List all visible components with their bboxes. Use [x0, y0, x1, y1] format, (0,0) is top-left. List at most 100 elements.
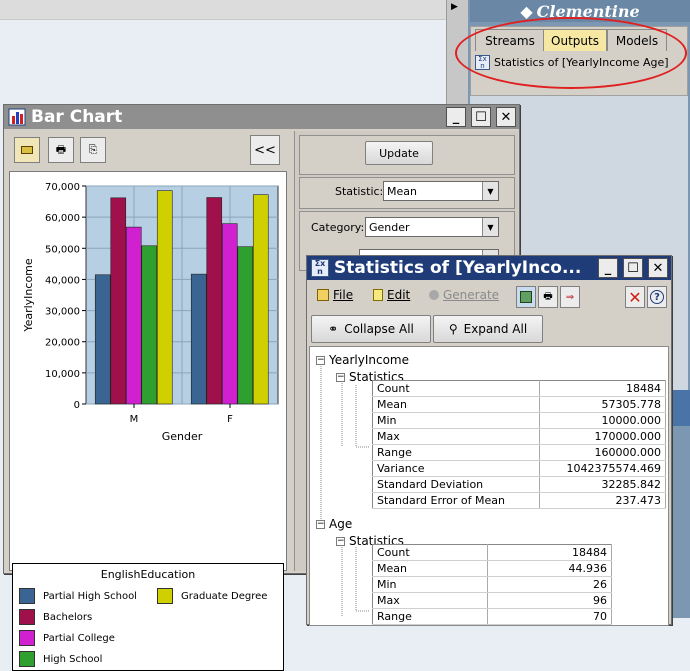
chart-view-button[interactable]: [14, 137, 40, 163]
expand-all-icon: ⚲: [448, 322, 458, 336]
legend-item: High School: [19, 651, 102, 667]
menu-file[interactable]: File: [317, 288, 353, 302]
chart-area: 0 10,000 20,000 30,000 40,000 50,000 60,000 70,…: [9, 171, 287, 571]
stat-value: 170000.000: [539, 428, 667, 445]
scroll-arrow-icon[interactable]: ▶: [451, 2, 458, 12]
x-tick-label: F: [227, 414, 233, 425]
bar: [237, 246, 254, 405]
legend-swatch: [19, 609, 35, 625]
menu-generate[interactable]: Generate: [429, 288, 499, 302]
collapse-node-icon[interactable]: −: [336, 372, 345, 382]
stat-value: 18484: [487, 544, 613, 561]
bar: [110, 197, 127, 405]
stat-label: Count: [372, 380, 540, 397]
stat-row[interactable]: Variance 1042375574.469: [372, 460, 667, 477]
tab-streams[interactable]: Streams: [475, 29, 545, 51]
collapse-node-icon[interactable]: −: [336, 536, 345, 546]
stat-row[interactable]: Standard Deviation 32285.842: [372, 476, 667, 493]
stat-row[interactable]: Count 18484: [372, 544, 613, 561]
stat-value: 18484: [539, 380, 667, 397]
maximize-button[interactable]: ☐: [471, 107, 491, 127]
statistics-title: Statistics of [YearlyInco...: [334, 258, 582, 278]
statistics-output-icon: Σx n: [311, 259, 329, 277]
toolbar-view-button[interactable]: [516, 286, 536, 308]
stat-row[interactable]: Mean 44.936: [372, 560, 613, 577]
legend-item: Bachelors: [19, 609, 92, 625]
print-icon: 🖶: [543, 290, 553, 302]
output-list-item[interactable]: Σx n Statistics of [YearlyIncome Age]: [475, 53, 675, 71]
tab-outputs[interactable]: Outputs: [543, 29, 607, 51]
stat-label: Min: [372, 576, 488, 593]
stat-row[interactable]: Count 18484: [372, 380, 667, 397]
stat-row[interactable]: Mean 57305.778: [372, 396, 667, 413]
collapse-all-button[interactable]: ⚭ Collapse All: [311, 315, 431, 343]
export-icon: ⎘: [88, 143, 98, 156]
export-icon: ⇒: [565, 291, 575, 303]
delete-output-button[interactable]: ✕: [625, 286, 645, 308]
edit-menu-icon: [373, 289, 383, 301]
stat-row[interactable]: Range 70: [372, 608, 613, 625]
brand-header: ◆ Clementine: [470, 0, 690, 22]
category-select[interactable]: Gender ▼: [365, 217, 499, 237]
y-tick-label: 40,000: [45, 275, 80, 286]
export-button[interactable]: ⇒: [560, 286, 580, 308]
print-button[interactable]: 🖶: [538, 286, 558, 308]
tree-node-yearlyincome[interactable]: − YearlyIncome: [316, 353, 409, 367]
stat-row[interactable]: Min 26: [372, 576, 613, 593]
output-item-label: Statistics of [YearlyIncome Age]: [494, 55, 669, 69]
stat-label: Mean: [372, 396, 540, 413]
y-tick-label: 70,000: [45, 182, 80, 193]
statistics-titlebar[interactable]: Σx n Statistics of [YearlyInco... _ ☐ ✕: [307, 256, 671, 280]
expand-all-button[interactable]: ⚲ Expand All: [433, 315, 543, 343]
print-button[interactable]: 🖶: [48, 137, 74, 163]
bar-chart-title: Bar Chart: [31, 107, 123, 127]
x-tick-label: M: [130, 414, 139, 425]
menu-edit[interactable]: Edit: [373, 288, 410, 302]
statistics-window: Σx n Statistics of [YearlyInco... _ ☐ ✕ F…: [306, 255, 672, 626]
minimize-icon: _: [604, 260, 612, 276]
stat-value: 32285.842: [539, 476, 667, 493]
collapse-all-icon: ⚭: [328, 322, 339, 336]
statistics-output-icon: Σx n: [475, 54, 490, 70]
export-button[interactable]: ⎘: [80, 137, 106, 163]
stat-value: 1042375574.469: [539, 460, 667, 477]
stat-row[interactable]: Standard Error of Mean 237.473: [372, 492, 667, 509]
bar-chart-titlebar[interactable]: Bar Chart _ ☐ ✕: [4, 105, 519, 129]
stat-value: 26: [487, 576, 613, 593]
y-tick-label: 20,000: [45, 338, 80, 349]
maximize-icon: ☐: [627, 260, 639, 276]
chart-view-icon: [21, 146, 33, 154]
tab-models[interactable]: Models: [607, 29, 667, 51]
collapse-panel-button[interactable]: <<: [250, 135, 280, 165]
print-icon: 🖶: [55, 142, 67, 156]
close-icon: ✕: [652, 260, 664, 276]
close-button[interactable]: ✕: [496, 107, 516, 127]
category-label: Category:: [311, 221, 365, 234]
legend-swatch: [19, 630, 35, 646]
help-button[interactable]: ?: [647, 286, 667, 308]
stat-row[interactable]: Range 160000.000: [372, 444, 667, 461]
close-icon: ✕: [500, 109, 512, 125]
minimize-button[interactable]: _: [598, 258, 618, 278]
close-button[interactable]: ✕: [648, 258, 668, 278]
minimize-button[interactable]: _: [446, 107, 466, 127]
collapse-node-icon[interactable]: −: [316, 355, 325, 365]
maximize-icon: ☐: [475, 109, 487, 125]
collapse-node-icon[interactable]: −: [316, 519, 325, 529]
stat-label: Min: [372, 412, 540, 429]
update-button[interactable]: Update: [365, 141, 433, 165]
diamond-logo-icon: ◆: [520, 1, 533, 21]
statistics-tree: − YearlyIncome − Statistics Count 18484 Me…: [309, 346, 669, 626]
stat-row[interactable]: Max 96: [372, 592, 613, 609]
stat-row[interactable]: Max 170000.000: [372, 428, 667, 445]
stat-value: 96: [487, 592, 613, 609]
stat-row[interactable]: Min 10000.000: [372, 412, 667, 429]
stat-label: Mean: [372, 560, 488, 577]
bar-chart-icon: [8, 108, 26, 126]
bar: [252, 194, 269, 405]
statistic-select[interactable]: Mean ▼: [383, 181, 499, 201]
stat-label: Range: [372, 444, 540, 461]
brand-name: Clementine: [536, 1, 640, 21]
tree-node-age[interactable]: − Age: [316, 517, 352, 531]
maximize-button[interactable]: ☐: [623, 258, 643, 278]
